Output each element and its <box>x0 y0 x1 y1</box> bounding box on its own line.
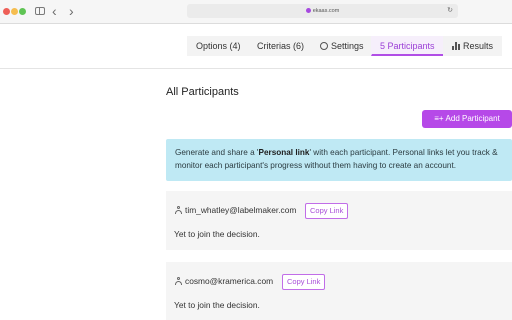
tab-label: Options (4) <box>196 41 241 51</box>
add-participant-button[interactable]: ≡+ Add Participant <box>422 110 512 128</box>
tab-label: Settings <box>331 41 364 51</box>
bar-chart-icon <box>452 42 460 50</box>
tab-participants[interactable]: 5 Participants <box>371 36 444 56</box>
tab-label: 5 Participants <box>380 41 435 51</box>
browser-toolbar: ‹ › ekaas.com ↻ <box>0 0 512 24</box>
site-favicon-icon <box>305 8 311 14</box>
gear-icon <box>320 42 328 50</box>
page-title: All Participants <box>166 86 239 98</box>
sidebar-toggle-icon[interactable] <box>35 7 45 15</box>
tab-label: Criterias (6) <box>257 41 305 51</box>
tab-criterias[interactable]: Criterias (6) <box>248 36 314 56</box>
minimize-window-button[interactable] <box>11 8 18 15</box>
participant-status: Yet to join the decision. <box>174 229 260 239</box>
participant-status: Yet to join the decision. <box>174 300 260 310</box>
info-text-bold: Personal link <box>258 148 310 157</box>
tab-settings[interactable]: Settings <box>311 36 373 56</box>
forward-arrow-icon[interactable]: › <box>69 3 74 19</box>
participant-email: tim_whatley@labelmaker.com <box>185 205 297 215</box>
tab-label: Results <box>463 41 494 51</box>
participant-card: tim_whatley@labelmaker.com Copy Link Yet… <box>166 191 512 250</box>
tab-options[interactable]: Options (4) <box>187 36 250 56</box>
close-window-button[interactable] <box>3 8 10 15</box>
back-arrow-icon[interactable]: ‹ <box>52 3 57 19</box>
copy-link-button[interactable]: Copy Link <box>305 203 349 219</box>
maximize-window-button[interactable] <box>19 8 26 15</box>
reload-icon[interactable]: ↻ <box>447 4 453 18</box>
participant-email: cosmo@kramerica.com <box>185 276 274 286</box>
tab-results[interactable]: Results <box>443 36 503 56</box>
add-user-icon: ≡+ <box>434 114 444 123</box>
copy-link-button[interactable]: Copy Link <box>282 274 326 290</box>
personal-link-info-banner: Generate and share a 'Personal link' wit… <box>166 139 512 181</box>
add-participant-label: Add Participant <box>445 114 500 123</box>
address-text: ekaas.com <box>312 8 340 14</box>
address-bar[interactable]: ekaas.com ↻ <box>187 4 458 18</box>
participant-card: cosmo@kramerica.com Copy Link Yet to joi… <box>166 262 512 320</box>
user-icon <box>175 206 182 214</box>
user-icon <box>175 277 182 285</box>
decision-tabs: Options (4) Criterias (6) Settings 5 Par… <box>0 25 512 69</box>
info-text-before: Generate and share a ' <box>175 148 259 157</box>
